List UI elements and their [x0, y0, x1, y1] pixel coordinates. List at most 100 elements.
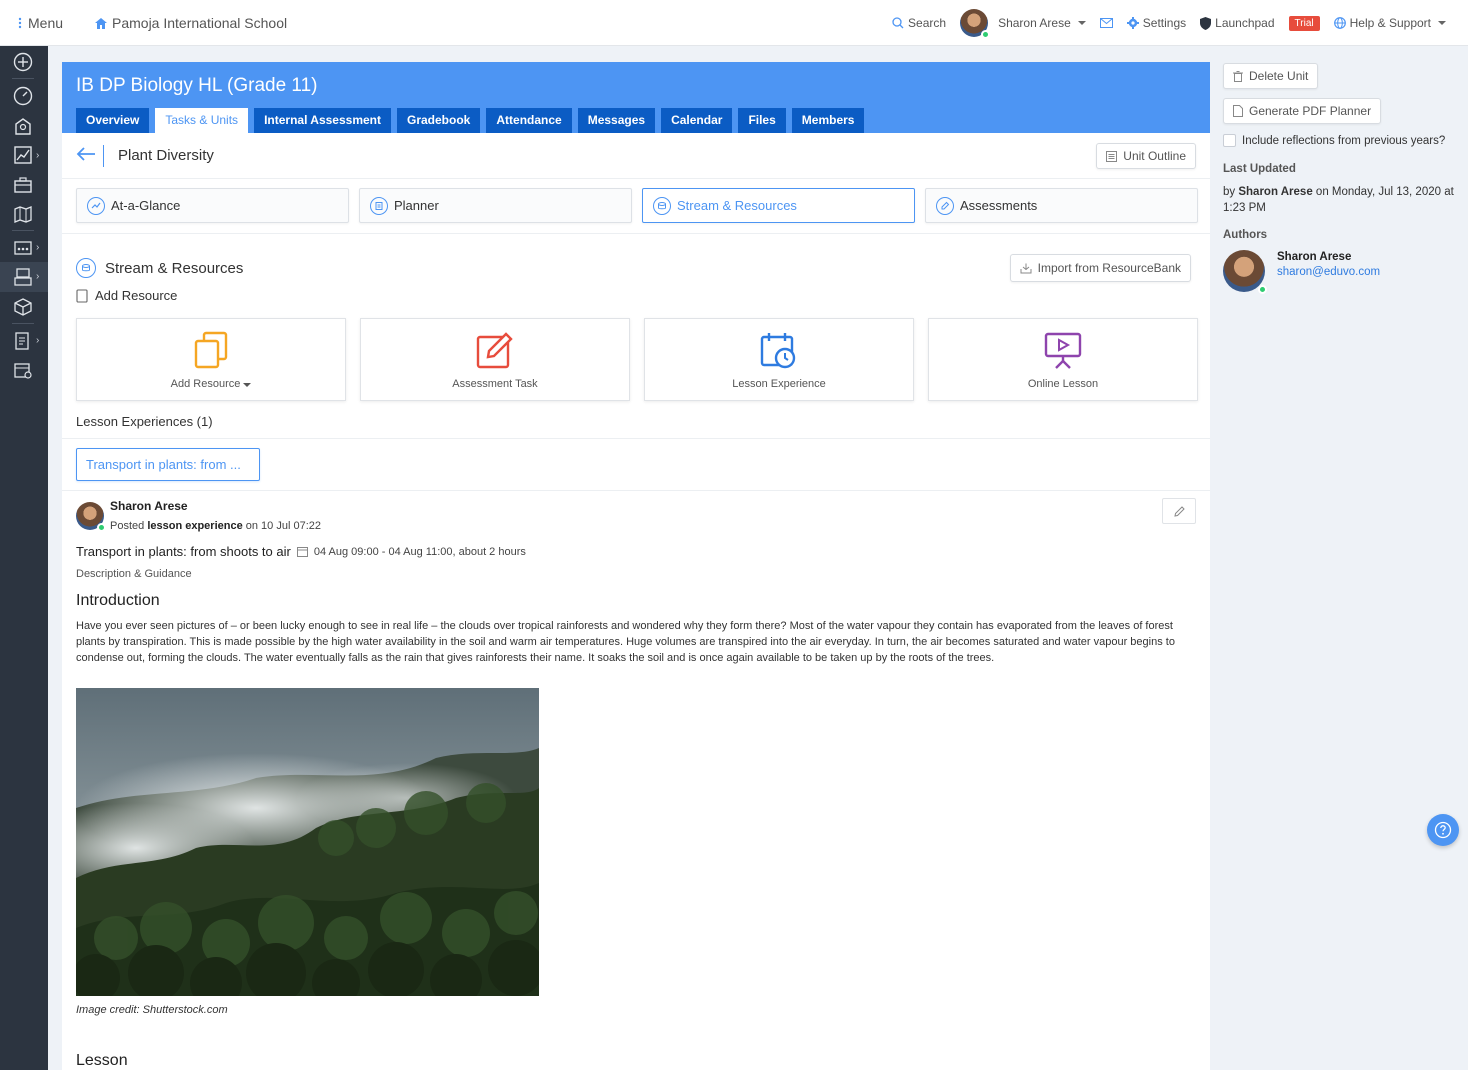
- lesson-experience-chip[interactable]: Transport in plants: from ...: [76, 448, 260, 481]
- introduction-heading: Introduction: [76, 592, 160, 609]
- stream-icon: [76, 258, 96, 278]
- tab-gradebook[interactable]: Gradebook: [397, 108, 481, 133]
- tab-attendance[interactable]: Attendance: [486, 108, 572, 133]
- tab-messages[interactable]: Messages: [577, 108, 656, 133]
- checkbox[interactable]: [1223, 134, 1236, 147]
- unit-title: Plant Diversity: [118, 147, 214, 164]
- gear-icon: [1126, 17, 1139, 29]
- menu-button[interactable]: Menu: [18, 15, 63, 31]
- settings-button[interactable]: Settings: [1126, 16, 1187, 30]
- course-title: IB DP Biology HL (Grade 11): [76, 75, 318, 96]
- course-tabs: Overview Tasks & Units Internal Assessme…: [76, 108, 865, 133]
- tab-overview[interactable]: Overview: [76, 108, 150, 133]
- subtab-at-a-glance[interactable]: At-a-Glance: [76, 188, 349, 223]
- lesson-experience-title: Transport in plants: from shoots to air: [76, 544, 291, 559]
- card-label: Assessment Task: [452, 378, 538, 390]
- tab-members[interactable]: Members: [791, 108, 865, 133]
- include-reflections-checkbox[interactable]: Include reflections from previous years?: [1223, 134, 1445, 147]
- search-button[interactable]: Search: [892, 16, 946, 30]
- menu-label: Menu: [28, 15, 64, 31]
- trial-badge[interactable]: Trial: [1288, 15, 1320, 31]
- calendar-gear-icon[interactable]: [12, 359, 34, 381]
- import-icon: [1020, 263, 1032, 273]
- add-resource-link[interactable]: Add Resource: [76, 288, 177, 303]
- image-credit: Image credit: Shutterstock.com: [76, 1004, 228, 1016]
- messages-button[interactable]: [1099, 18, 1113, 28]
- lesson-schedule: 04 Aug 09:00 - 04 Aug 11:00, about 2 hou…: [313, 545, 526, 558]
- online-status-dot: [97, 523, 106, 532]
- tab-calendar[interactable]: Calendar: [661, 108, 733, 133]
- user-name: Sharon Arese: [998, 16, 1071, 30]
- edit-post-button[interactable]: [1162, 498, 1196, 524]
- analytics-chart-icon[interactable]: [12, 144, 34, 166]
- top-bar: Menu Pamoja International School Search …: [0, 0, 1468, 46]
- unit-outline-button[interactable]: Unit Outline: [1096, 143, 1196, 169]
- user-menu[interactable]: Sharon Arese: [960, 9, 1086, 39]
- unit-outline-label: Unit Outline: [1123, 149, 1186, 163]
- import-resourcebank-button[interactable]: Import from ResourceBank: [1009, 254, 1191, 282]
- include-reflections-label: Include reflections from previous years?: [1242, 134, 1446, 147]
- online-status-dot: [1258, 285, 1267, 294]
- briefcase-icon[interactable]: [12, 174, 34, 196]
- chevron-right-icon: ›: [36, 335, 40, 346]
- generate-pdf-label: Generate PDF Planner: [1249, 104, 1372, 118]
- tab-internal-assessment[interactable]: Internal Assessment: [254, 108, 391, 133]
- tab-files[interactable]: Files: [738, 108, 786, 133]
- add-resource-card[interactable]: Add Resource: [76, 318, 346, 401]
- subtab-label: Planner: [394, 198, 439, 213]
- resource-type-cards: Add Resource Assessment Task Lesson Expe…: [76, 318, 1198, 401]
- delete-unit-button[interactable]: Delete Unit: [1223, 63, 1319, 89]
- map-icon[interactable]: [12, 203, 34, 225]
- course-header: IB DP Biology HL (Grade 11) Overview Tas…: [62, 62, 1210, 133]
- subtab-label: At-a-Glance: [111, 198, 181, 213]
- post-author-avatar: [76, 502, 106, 532]
- planner-icon: [370, 196, 388, 215]
- stream-title: Stream & Resources: [105, 259, 244, 277]
- assessment-task-card[interactable]: Assessment Task: [360, 318, 630, 401]
- generate-pdf-button[interactable]: Generate PDF Planner: [1223, 98, 1382, 124]
- divider: [62, 490, 1210, 491]
- dashboard-gauge-icon[interactable]: [12, 85, 34, 107]
- back-arrow-icon[interactable]: [76, 146, 96, 166]
- authors-label: Authors: [1223, 229, 1268, 241]
- school-link[interactable]: Pamoja International School: [95, 15, 287, 31]
- unit-subtabs: At-a-Glance Planner Stream & Resources A…: [76, 188, 1198, 223]
- pdf-file-icon: [1233, 105, 1243, 117]
- copy-files-icon: [193, 331, 229, 372]
- chevron-right-icon: ›: [36, 242, 40, 253]
- school-name: Pamoja International School: [112, 15, 288, 31]
- cube-icon[interactable]: [12, 296, 34, 318]
- tab-tasks-units[interactable]: Tasks & Units: [155, 108, 249, 133]
- subtab-stream-resources[interactable]: Stream & Resources: [642, 188, 915, 223]
- search-icon: [892, 17, 904, 29]
- trash-icon: [1233, 70, 1243, 82]
- delete-unit-label: Delete Unit: [1249, 69, 1309, 83]
- curriculum-icon[interactable]: [12, 266, 34, 288]
- subtab-planner[interactable]: Planner: [359, 188, 632, 223]
- online-lesson-card[interactable]: Online Lesson: [928, 318, 1198, 401]
- globe-icon: [1333, 17, 1346, 29]
- calendar-clock-icon: [760, 331, 798, 372]
- lesson-experience-card[interactable]: Lesson Experience: [644, 318, 914, 401]
- card-label: Online Lesson: [1027, 378, 1099, 390]
- rainforest-clouds-image: [76, 688, 539, 996]
- chevron-right-icon: ›: [36, 271, 40, 282]
- search-label: Search: [908, 16, 947, 30]
- author-email-link[interactable]: sharon@eduvo.com: [1277, 266, 1380, 278]
- settings-label: Settings: [1142, 16, 1187, 30]
- right-panel: Delete Unit Generate PDF Planner Include…: [1210, 46, 1468, 1070]
- chevron-right-icon: ›: [36, 150, 40, 161]
- user-avatar: [960, 9, 991, 39]
- description-guidance-link[interactable]: Description & Guidance: [76, 568, 192, 580]
- add-resource-label: Add Resource: [95, 288, 178, 303]
- lesson-experience-title-row: Transport in plants: from shoots to air …: [76, 544, 526, 559]
- school-building-icon[interactable]: [12, 115, 34, 137]
- help-floating-button[interactable]: [1427, 814, 1459, 846]
- add-circle-icon[interactable]: [12, 51, 34, 73]
- pencil-icon: [1173, 505, 1185, 517]
- subtab-assessments[interactable]: Assessments: [925, 188, 1198, 223]
- classes-icon[interactable]: [12, 237, 34, 259]
- reports-icon[interactable]: [12, 330, 34, 352]
- help-support-menu[interactable]: Help & Support: [1333, 16, 1446, 30]
- launchpad-button[interactable]: Launchpad: [1200, 16, 1275, 30]
